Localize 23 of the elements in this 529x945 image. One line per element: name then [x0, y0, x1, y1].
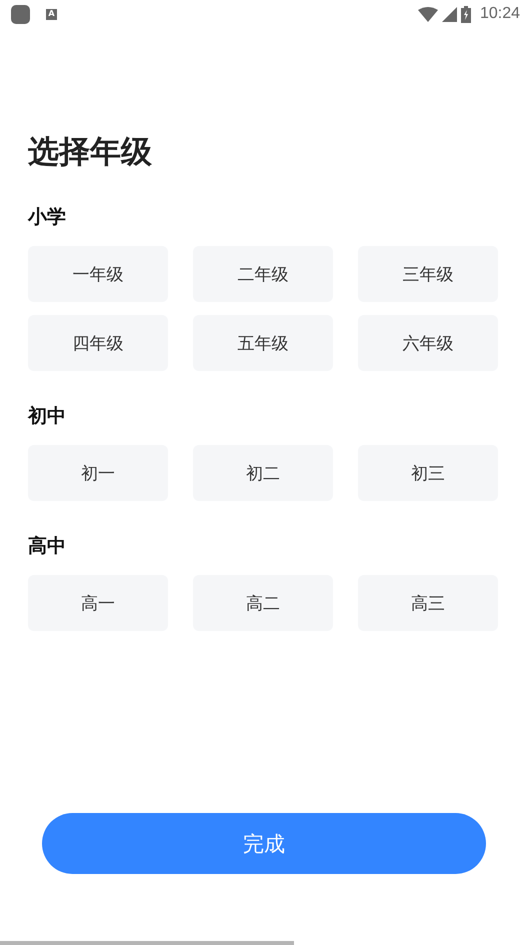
battery-icon [460, 6, 471, 22]
notification-icon: A [46, 8, 57, 20]
section-heading: 初中 [28, 404, 67, 429]
grade-option[interactable]: 初一 [28, 445, 168, 501]
grade-option[interactable]: 一年级 [28, 246, 168, 302]
grade-option[interactable]: 四年级 [28, 315, 168, 371]
section-heading: 小学 [28, 205, 67, 230]
grade-option[interactable]: 高三 [358, 575, 498, 631]
grade-option[interactable]: 六年级 [358, 315, 498, 371]
grade-option[interactable]: 三年级 [358, 246, 498, 302]
grade-option[interactable]: 高二 [193, 575, 333, 631]
grade-option[interactable]: 初三 [358, 445, 498, 501]
section-heading: 高中 [28, 534, 67, 559]
done-button[interactable]: 完成 [42, 813, 486, 874]
signal-icon [442, 6, 457, 22]
app-icon [11, 4, 30, 24]
clock-time: 10:24 [480, 5, 520, 23]
grade-option[interactable]: 五年级 [193, 315, 333, 371]
wifi-icon [418, 6, 438, 22]
grade-option[interactable]: 二年级 [193, 246, 333, 302]
grade-option[interactable]: 初二 [193, 445, 333, 501]
grade-option[interactable]: 高一 [28, 575, 168, 631]
page-title: 选择年级 [28, 133, 153, 172]
